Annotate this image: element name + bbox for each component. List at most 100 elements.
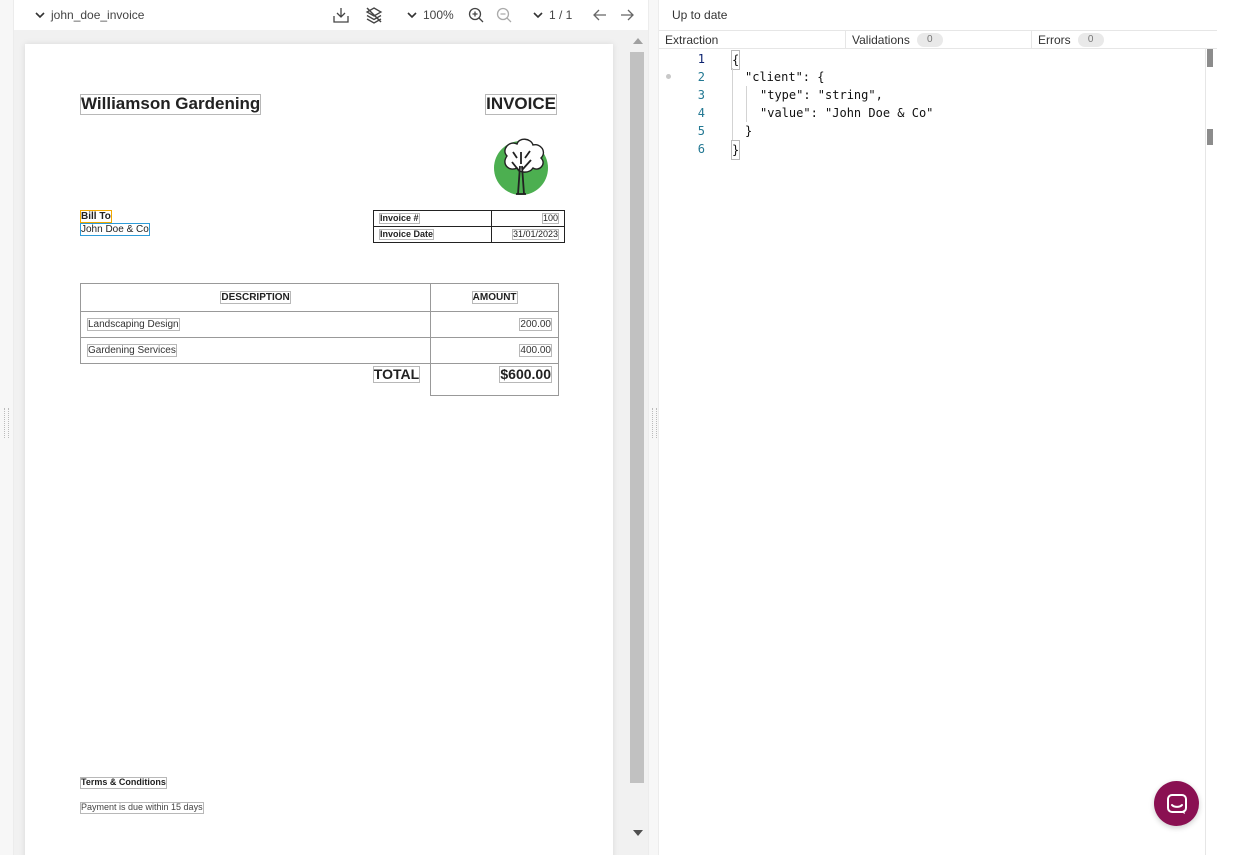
tab-label: Errors xyxy=(1038,33,1071,47)
code-text: "value": "John Doe & Co" xyxy=(760,106,934,120)
code-line: 4 "value": "John Doe & Co" xyxy=(659,104,1205,122)
code-line: 3 "type": "string", xyxy=(659,86,1205,104)
chat-icon xyxy=(1166,793,1187,814)
layers-toggle-button[interactable] xyxy=(365,0,383,30)
left-resize-handle[interactable] xyxy=(0,0,14,855)
amount-header[interactable]: AMOUNT xyxy=(430,283,559,312)
arrow-right-icon xyxy=(621,9,634,21)
document-canvas[interactable]: Williamson Gardening INVOICE Bill To Joh… xyxy=(14,30,626,855)
item-description[interactable]: Gardening Services xyxy=(79,337,432,364)
bill-to-label[interactable]: Bill To xyxy=(80,210,112,223)
editor-scrollbar[interactable] xyxy=(1205,49,1217,855)
code-line: 6 } xyxy=(659,140,1205,160)
invoice-number-value-text: 100 xyxy=(541,212,559,225)
item-amount[interactable]: 200.00 xyxy=(430,311,559,338)
sync-status: Up to date xyxy=(672,8,728,22)
invoice-date-label[interactable]: Invoice Date xyxy=(373,226,492,243)
grip-icon xyxy=(4,408,9,438)
item-description-text: Gardening Services xyxy=(87,344,177,357)
line-number: 5 xyxy=(697,124,705,138)
zoom-select[interactable]: 100% xyxy=(406,0,454,30)
validations-count-badge: 0 xyxy=(916,33,943,47)
table-row: Landscaping Design 200.00 xyxy=(79,311,559,338)
arrow-left-icon xyxy=(593,9,606,21)
code-text: "type": "string", xyxy=(760,88,883,102)
description-header-text: DESCRIPTION xyxy=(220,291,291,304)
invoice-title[interactable]: INVOICE xyxy=(485,94,557,115)
tab-validations[interactable]: Validations 0 xyxy=(846,31,1032,49)
document-select[interactable]: john_doe_invoice xyxy=(34,0,144,30)
document-name: john_doe_invoice xyxy=(51,8,145,22)
layers-off-icon xyxy=(365,7,383,24)
zoom-in-button[interactable] xyxy=(467,0,485,30)
total-row: TOTAL $600.00 xyxy=(81,363,559,396)
scroll-up-arrow-icon[interactable] xyxy=(633,38,643,44)
tab-errors[interactable]: Errors 0 xyxy=(1032,31,1217,49)
zoom-out-button[interactable] xyxy=(495,0,513,30)
indent-guide xyxy=(732,104,733,122)
line-items-table: DESCRIPTION AMOUNT Landscaping Design 20… xyxy=(79,283,559,396)
invoice-page: Williamson Gardening INVOICE Bill To Joh… xyxy=(25,44,613,855)
page-indicator: 1 / 1 xyxy=(549,8,573,22)
panel-tabs: Extraction Validations 0 Errors 0 xyxy=(659,30,1217,49)
scroll-down-arrow-icon[interactable] xyxy=(633,830,643,836)
amount-header-text: AMOUNT xyxy=(471,291,518,304)
item-description[interactable]: Landscaping Design xyxy=(79,311,432,338)
line-number: 4 xyxy=(697,106,705,120)
line-number: 2 xyxy=(697,70,705,84)
code-line: 1 { xyxy=(659,50,1205,70)
indent-guide xyxy=(746,86,747,104)
tab-label: Extraction xyxy=(665,33,719,47)
description-header[interactable]: DESCRIPTION xyxy=(79,283,432,312)
item-amount-text: 400.00 xyxy=(519,344,552,357)
scroll-thumb[interactable] xyxy=(630,52,644,783)
document-scrollbar[interactable] xyxy=(626,30,648,855)
tab-extraction[interactable]: Extraction xyxy=(659,31,846,49)
bill-to-name[interactable]: John Doe & Co xyxy=(80,223,150,236)
line-number: 1 xyxy=(697,52,705,66)
next-page-button[interactable] xyxy=(618,0,636,30)
line-number: 6 xyxy=(697,142,705,156)
item-description-text: Landscaping Design xyxy=(87,318,180,331)
scroll-marker xyxy=(1207,49,1213,67)
chevron-down-icon xyxy=(407,12,417,19)
page-select[interactable]: 1 / 1 xyxy=(532,0,572,30)
code-text: } xyxy=(731,140,741,160)
json-code-editor[interactable]: 1 { 2 "client": { 3 "type": "string", 4 … xyxy=(659,49,1205,855)
indent-guide xyxy=(732,86,733,104)
pane-resize-handle[interactable] xyxy=(648,0,659,855)
invoice-date-value[interactable]: 31/01/2023 xyxy=(491,226,565,243)
table-row: Invoice Date 31/01/2023 xyxy=(373,226,565,243)
errors-count-badge: 0 xyxy=(1077,33,1104,47)
invoice-number-value[interactable]: 100 xyxy=(491,210,565,227)
download-icon xyxy=(333,8,349,23)
grip-icon xyxy=(652,408,657,438)
download-button[interactable] xyxy=(332,0,350,30)
extraction-panel: Up to date Extraction Validations 0 Erro… xyxy=(659,0,1241,855)
total-value[interactable]: $600.00 xyxy=(430,363,559,396)
invoice-date-label-text: Invoice Date xyxy=(379,228,435,241)
terms-label[interactable]: Terms & Conditions xyxy=(80,777,167,789)
indent-guide xyxy=(732,122,733,140)
table-row: Invoice # 100 xyxy=(373,210,565,227)
zoom-out-icon xyxy=(496,7,512,23)
total-label-text: TOTAL xyxy=(372,366,421,384)
viewer-toolbar: john_doe_invoice 100% 1 / 1 xyxy=(14,0,648,30)
indent-guide xyxy=(732,68,733,86)
chevron-down-icon xyxy=(35,12,45,19)
company-name[interactable]: Williamson Gardening xyxy=(80,94,262,115)
code-line: 5 } xyxy=(659,122,1205,140)
invoice-number-label[interactable]: Invoice # xyxy=(373,210,492,227)
code-text: } xyxy=(745,124,753,138)
terms-text[interactable]: Payment is due within 15 days xyxy=(80,802,204,814)
total-label[interactable]: TOTAL xyxy=(81,364,431,396)
chat-button[interactable] xyxy=(1154,781,1199,826)
code-text: "client": { xyxy=(745,70,825,84)
item-amount[interactable]: 400.00 xyxy=(430,337,559,364)
code-text: { xyxy=(731,50,741,70)
tab-label: Validations xyxy=(852,33,910,47)
previous-page-button[interactable] xyxy=(591,0,609,30)
table-header-row: DESCRIPTION AMOUNT xyxy=(79,283,559,312)
scroll-marker xyxy=(1207,129,1213,145)
invoice-date-value-text: 31/01/2023 xyxy=(511,228,559,241)
